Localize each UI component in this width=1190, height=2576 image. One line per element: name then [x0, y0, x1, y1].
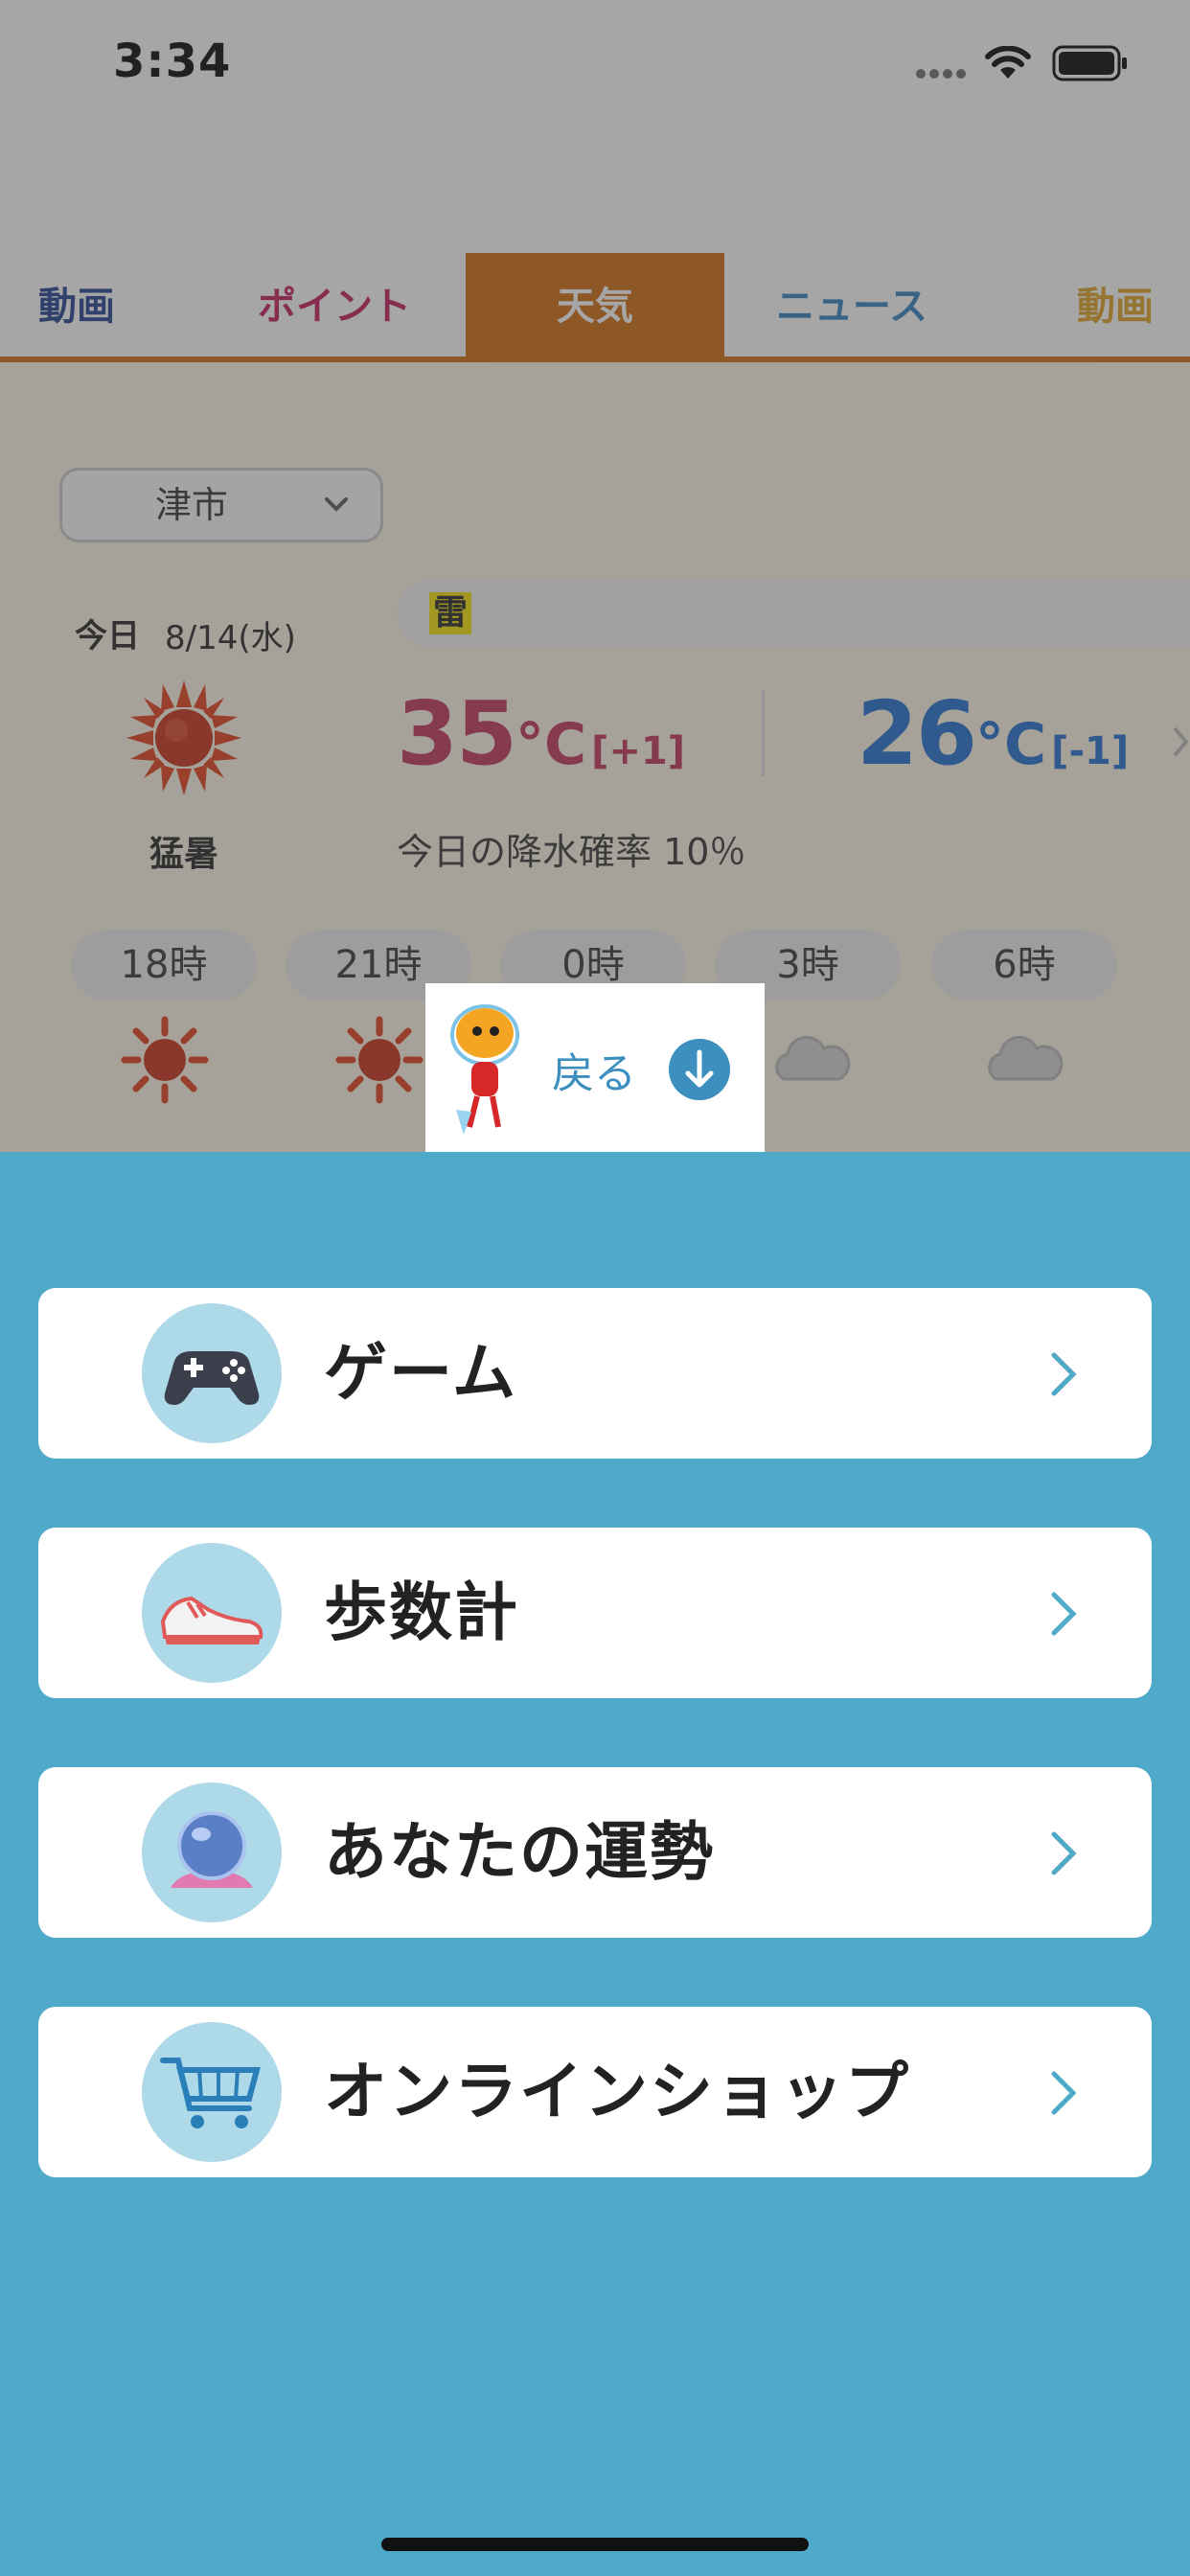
- menu-item-label: あなたの運勢: [324, 1815, 715, 1889]
- menu-item-label: オンラインショップ: [324, 2055, 910, 2128]
- back-button[interactable]: 戻る: [425, 983, 765, 1152]
- chevron-right-icon: [1051, 1352, 1077, 1396]
- home-indicator: [381, 2538, 809, 2551]
- dim-overlay[interactable]: [0, 0, 1190, 1152]
- sneaker-icon: [142, 1543, 282, 1683]
- crystal-ball-icon: [142, 1782, 282, 1922]
- gamepad-icon: [142, 1303, 282, 1443]
- mascot-icon: [450, 1004, 519, 1135]
- shopping-cart-icon: [142, 2022, 282, 2162]
- down-arrow-icon: [669, 1039, 730, 1100]
- back-label: 戻る: [552, 1049, 636, 1098]
- menu-item-game[interactable]: ゲーム: [38, 1288, 1152, 1459]
- chevron-right-icon: [1051, 2071, 1077, 2115]
- menu-item-online-shop[interactable]: オンラインショップ: [38, 2007, 1152, 2177]
- chevron-right-icon: [1051, 1592, 1077, 1636]
- menu-item-fortune[interactable]: あなたの運勢: [38, 1767, 1152, 1938]
- menu-item-label: ゲーム: [324, 1336, 518, 1410]
- chevron-right-icon: [1051, 1831, 1077, 1875]
- menu-panel: ゲーム 歩数計 あなたの運勢 オンラインショップ: [0, 1152, 1190, 2576]
- menu-item-pedometer[interactable]: 歩数計: [38, 1528, 1152, 1698]
- menu-item-label: 歩数計: [324, 1576, 519, 1649]
